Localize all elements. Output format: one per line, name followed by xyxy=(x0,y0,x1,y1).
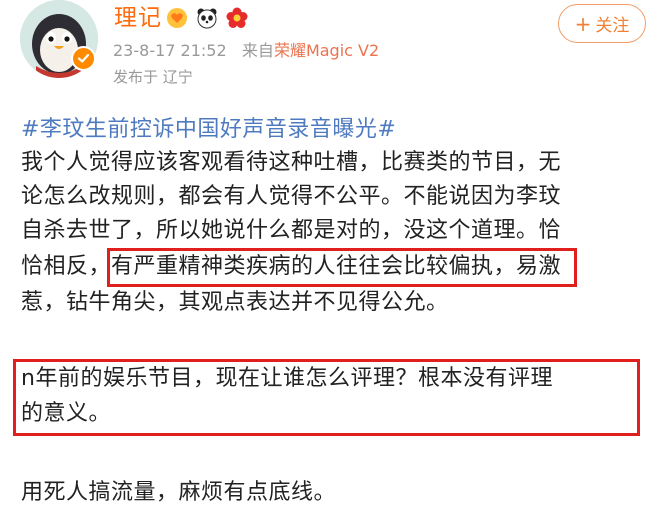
location: 发布于 辽宁 xyxy=(113,68,193,86)
highlight-box-paragraph xyxy=(13,359,640,436)
follow-label: 关注 xyxy=(595,16,630,36)
post-header: 理记 23-8-17 21:52 来自荣耀Magic V2 发布于 辽宁 + 关… xyxy=(0,0,660,100)
hand-heart-badge-icon[interactable] xyxy=(166,7,188,29)
post-meta: 23-8-17 21:52 来自荣耀Magic V2 xyxy=(113,40,379,62)
plus-icon: + xyxy=(574,11,592,36)
paragraph-line: 惹，钻牛角尖，其观点表达并不见得公允。 xyxy=(21,290,449,315)
timestamp: 23-8-17 21:52 xyxy=(113,41,227,60)
red-flower-badge-icon[interactable] xyxy=(226,7,248,29)
device-link[interactable]: 荣耀Magic V2 xyxy=(274,41,379,60)
follow-button[interactable]: + 关注 xyxy=(558,4,646,43)
source-prefix: 来自 xyxy=(241,41,274,60)
panda-badge-icon[interactable] xyxy=(196,7,218,29)
user-badges xyxy=(166,6,248,30)
hashtag-topic[interactable]: #李玟生前控诉中国好声音录音曝光# xyxy=(21,113,651,146)
highlight-box-inline xyxy=(107,248,577,287)
paragraph-line: 论怎么改规则，都会有人觉得不公平。不能说因为李玟 xyxy=(21,184,562,209)
paragraph-line: 我个人觉得应该客观看待这种吐槽，比赛类的节目，无 xyxy=(21,150,562,175)
paragraph-line: 用死人搞流量，麻烦有点底线。 xyxy=(21,480,337,505)
username[interactable]: 理记 xyxy=(114,3,162,33)
verified-badge-icon xyxy=(71,46,96,71)
paragraph-line: 自杀去世了，所以她说什么都是对的，没这个道理。恰 xyxy=(21,218,562,243)
